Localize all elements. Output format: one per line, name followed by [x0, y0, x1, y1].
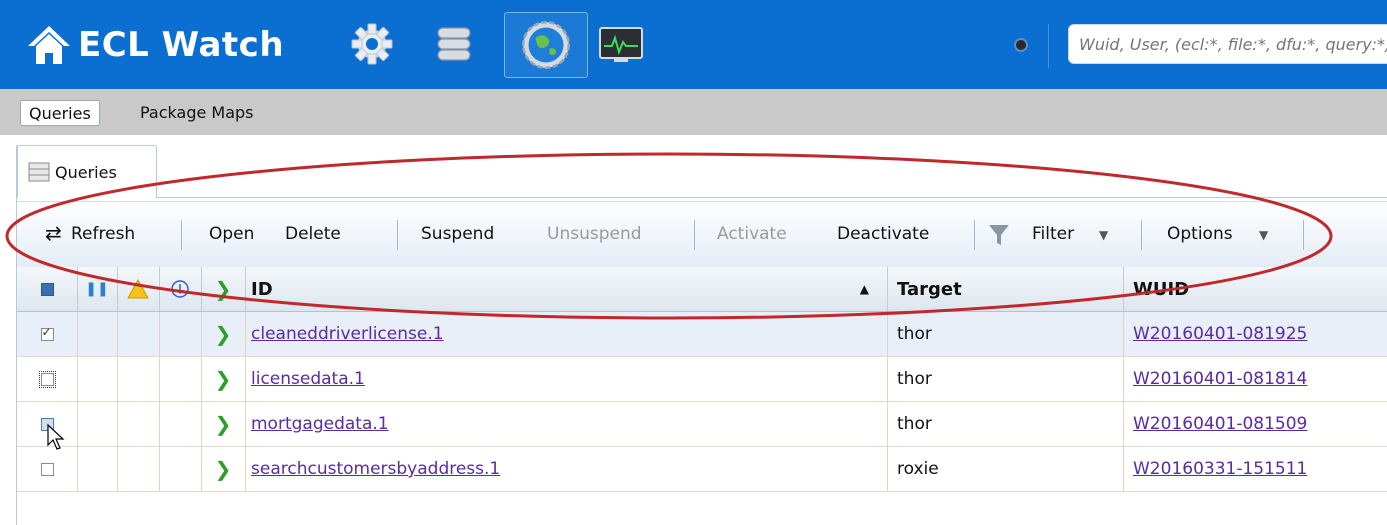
refresh-button[interactable]: Refresh [71, 224, 135, 244]
tab-queries[interactable]: Queries [17, 145, 157, 198]
row-checkbox[interactable] [40, 325, 54, 341]
table-row[interactable]: ❯ mortgagedata.1 thor W20160401-081509 [17, 402, 1387, 447]
id-cell: cleaneddriverlicense.1 [245, 312, 887, 356]
queries-list-icon [28, 162, 50, 182]
toolbar-separator [974, 220, 975, 250]
status-indicator [1016, 40, 1026, 50]
wuid-link[interactable]: W20160401-081814 [1133, 369, 1307, 389]
chevron-right-icon: ❯ [214, 322, 232, 346]
sort-ascending-icon: ▲ [859, 282, 869, 296]
toolbar-separator [397, 220, 398, 250]
suspended-column-header[interactable]: ❚❚ [77, 267, 117, 311]
options-chevron-down-icon[interactable]: ▼ [1259, 228, 1268, 242]
activate-button[interactable]: Activate [717, 224, 787, 244]
table-row[interactable]: ❯ cleaneddriverlicense.1 thor W20160401-… [17, 312, 1387, 357]
query-id-link[interactable]: licensedata.1 [251, 369, 365, 389]
pause-icon: ❚❚ [85, 281, 109, 297]
chevron-right-icon: ❯ [214, 277, 232, 301]
query-id-link[interactable]: cleaneddriverlicense.1 [251, 324, 444, 344]
database-icon[interactable] [432, 22, 476, 66]
id-cell: licensedata.1 [245, 357, 887, 401]
queries-panel: Queries ⇄ Refresh Open Delete Suspend Un… [16, 145, 1387, 525]
active-status-cell: ❯ [201, 357, 245, 401]
row-select-cell [17, 312, 77, 356]
table-row[interactable]: ❯ licensedata.1 thor W20160401-081814 [17, 357, 1387, 402]
globe-tab[interactable] [504, 12, 588, 78]
filter-chevron-down-icon[interactable]: ▼ [1099, 228, 1108, 242]
wuid-cell: W20160401-081925 [1123, 312, 1387, 356]
select-all-header[interactable] [17, 267, 77, 311]
wuid-link[interactable]: W20160401-081925 [1133, 324, 1307, 344]
filter-icon[interactable] [987, 223, 1011, 247]
globe-gear-icon [521, 20, 571, 70]
toolbar-separator [694, 220, 695, 250]
id-header-label: ID [251, 278, 273, 300]
wuid-cell: W20160331-151511 [1123, 447, 1387, 491]
wuid-link[interactable]: W20160331-151511 [1133, 459, 1307, 479]
wuid-column-header[interactable]: WUID [1123, 267, 1387, 311]
ecl-watch-app: ECL Watch Wuid, User, (ecl:*, file:*, df… [0, 0, 1387, 525]
options-dropdown[interactable]: Options [1167, 224, 1233, 244]
active-status-cell: ❯ [201, 402, 245, 446]
wuid-cell: W20160401-081509 [1123, 402, 1387, 446]
wuid-cell: W20160401-081814 [1123, 357, 1387, 401]
wuid-link[interactable]: W20160401-081509 [1133, 414, 1307, 434]
gear-icon[interactable] [350, 22, 394, 66]
info-circle-icon [171, 280, 189, 298]
row-checkbox[interactable] [38, 370, 56, 388]
deactivate-button[interactable]: Deactivate [837, 224, 929, 244]
subnav-tab-package-maps[interactable]: Package Maps [132, 100, 262, 126]
app-title: ECL Watch [78, 25, 285, 65]
target-cell: thor [897, 324, 932, 344]
row-select-cell [17, 447, 77, 491]
warning-icon [127, 279, 149, 299]
app-logo[interactable]: ECL Watch [26, 24, 284, 66]
global-search-input[interactable] [1068, 24, 1387, 64]
active-column-header[interactable]: ❯ [201, 267, 245, 311]
grid-header: ❚❚ ❯ ID ▲ Target WUID [17, 267, 1387, 312]
active-status-cell: ❯ [201, 312, 245, 356]
tab-queries-label: Queries [55, 162, 117, 182]
open-button[interactable]: Open [209, 224, 254, 244]
activity-monitor-icon[interactable] [598, 24, 644, 64]
active-status-cell: ❯ [201, 447, 245, 491]
subnav-tab-queries[interactable]: Queries [20, 100, 100, 126]
target-cell: thor [897, 414, 932, 434]
wuid-header-label: WUID [1133, 278, 1190, 300]
select-all-checkbox[interactable] [40, 282, 54, 296]
mouse-cursor-icon [47, 423, 65, 450]
toolbar-separator [181, 220, 182, 250]
delete-button[interactable]: Delete [285, 224, 341, 244]
home-icon[interactable] [26, 24, 72, 66]
target-header-label: Target [897, 278, 962, 300]
row-select-cell [17, 357, 77, 401]
chevron-right-icon: ❯ [214, 457, 232, 481]
tab-divider [156, 197, 1387, 198]
target-cell: thor [897, 369, 932, 389]
row-checkbox[interactable] [40, 462, 54, 476]
info-column-header[interactable] [159, 267, 201, 311]
toolbar-separator [1141, 220, 1142, 250]
top-header: ECL Watch [0, 0, 1387, 89]
query-id-link[interactable]: searchcustomersbyaddress.1 [251, 459, 500, 479]
queries-toolbar: ⇄ Refresh Open Delete Suspend Unsuspend … [17, 201, 1387, 268]
id-cell: mortgagedata.1 [245, 402, 887, 446]
suspend-button[interactable]: Suspend [421, 224, 494, 244]
chevron-right-icon: ❯ [214, 412, 232, 436]
id-column-header[interactable]: ID ▲ [245, 267, 887, 311]
target-column-header[interactable]: Target [887, 267, 1123, 311]
table-row[interactable]: ❯ searchcustomersbyaddress.1 roxie W2016… [17, 447, 1387, 492]
toolbar-separator [1303, 220, 1304, 250]
unsuspend-button[interactable]: Unsuspend [547, 224, 642, 244]
target-cell: roxie [897, 459, 939, 479]
header-divider [1048, 24, 1049, 68]
refresh-icon[interactable]: ⇄ [45, 221, 62, 245]
chevron-right-icon: ❯ [214, 367, 232, 391]
warning-column-header[interactable] [117, 267, 159, 311]
sub-navigation: Queries Package Maps [0, 89, 1387, 135]
id-cell: searchcustomersbyaddress.1 [245, 447, 887, 491]
query-id-link[interactable]: mortgagedata.1 [251, 414, 389, 434]
filter-dropdown[interactable]: Filter [1032, 224, 1074, 244]
